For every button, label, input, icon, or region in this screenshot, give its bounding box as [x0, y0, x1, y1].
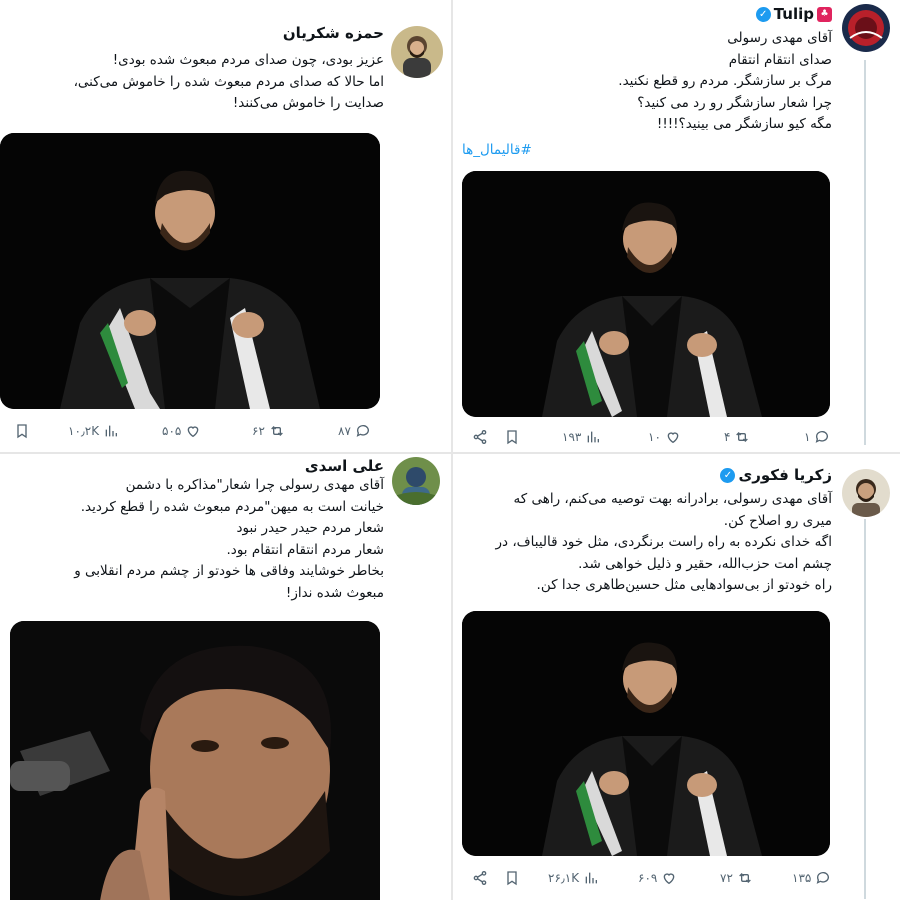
reply-count: ۱: [804, 430, 811, 444]
views-count: ۱۹۳: [562, 430, 582, 444]
author-name[interactable]: علی اسدی: [305, 457, 384, 475]
retweet-button[interactable]: ۴: [724, 429, 750, 445]
tweet-collage: حمزه شکریان عزیز بودی، چون صدای مردم مبع…: [0, 0, 900, 900]
collage-divider-horizontal: [0, 452, 900, 454]
bookmark-button[interactable]: [504, 429, 520, 445]
tweet-text: آقای مهدی رسولی چرا شعار"مذاکره با دشمن …: [74, 475, 384, 604]
views-icon: [588, 431, 600, 443]
tweet-line: چرا شعار سازشگر رو رد می کنید؟: [637, 94, 832, 111]
tweet-line: مبعوث شده نداز!: [285, 584, 384, 601]
tweet-hamzeh[interactable]: حمزه شکریان عزیز بودی، چون صدای مردم مبع…: [0, 0, 452, 453]
tweet-line: آقای مهدی رسولی: [727, 30, 832, 46]
tweet-line: میری رو اصلاح کن.: [723, 512, 832, 529]
collage-divider-vertical: [451, 0, 453, 900]
like-count: ۵۰۵: [162, 424, 182, 438]
verified-icon: ✓: [720, 467, 736, 483]
avatar[interactable]: [392, 457, 440, 505]
views-button[interactable]: ۱۰٫۲K: [68, 423, 119, 439]
reply-icon: [356, 425, 369, 437]
tweet-line: عزیز بودی، چون صدای مردم مبعوث شده بودی!: [112, 52, 384, 68]
tweet-line: راه خودتو از بی‌سوادهایی مثل حسین‌طاهری …: [536, 577, 832, 593]
hashtag-link[interactable]: #قالیمال_ها: [462, 140, 532, 162]
tweet-line: مرگ بر سازشگر. مردم رو قطع نکنید.: [618, 73, 832, 89]
tweet-line: بخاطر خوشایند وفاقی ها خودتو از چشم مردم…: [74, 563, 384, 579]
like-count: ۱۰: [648, 430, 661, 444]
tweet-line: اما حالا که صدای مردم مبعوث شده را خاموش…: [73, 73, 384, 90]
like-button[interactable]: ۵۰۵: [162, 423, 201, 439]
bookmark-button[interactable]: [504, 870, 520, 886]
tweet-tulip[interactable]: ♣ Tulip ✓ آقای مهدی رسولی صدای انتقام ان…: [452, 0, 900, 453]
tweet-text: آقای مهدی رسولی، برادرانه بهت توصیه می‌ک…: [496, 489, 833, 597]
bookmark-button[interactable]: [14, 423, 30, 439]
retweet-count: ۴: [724, 430, 731, 444]
tweet-image[interactable]: [10, 621, 380, 900]
tweet-line: چشم امت حزب‌الله، حقیر و ذلیل خواهی شد.: [578, 555, 832, 572]
avatar[interactable]: [391, 26, 443, 78]
author-name[interactable]: حمزه شکریان: [283, 24, 384, 42]
retweet-button[interactable]: ۷۲: [720, 870, 753, 886]
reply-button[interactable]: ۱۳۵: [792, 870, 831, 886]
avatar[interactable]: [842, 4, 890, 52]
like-button[interactable]: ۶۰۹: [638, 870, 677, 886]
author-name[interactable]: زکریا فکوری ✓: [720, 466, 832, 484]
views-count: ۱۰٫۲K: [68, 424, 100, 438]
tweet-line: آقای مهدی رسولی چرا شعار"مذاکره با دشمن: [125, 477, 384, 493]
bookmark-icon: [17, 424, 27, 439]
like-icon: [667, 432, 679, 444]
bookmark-icon: [507, 430, 517, 445]
retweet-icon: [736, 432, 749, 442]
views-icon: [585, 872, 598, 884]
tweet-actions: ۱۳۵ ۷۲ ۶۰۹ ۲۶٫۱K: [452, 867, 900, 889]
reply-icon: [816, 431, 829, 443]
tulip-logo-icon: ♣: [817, 6, 832, 22]
tweet-image[interactable]: [462, 171, 830, 417]
tweet-image[interactable]: [0, 133, 380, 409]
tweet-line: خیانت است به میهن"مردم مبعوث شده را قطع …: [80, 498, 384, 515]
like-icon: [188, 426, 199, 438]
reply-count: ۱۳۵: [792, 871, 812, 885]
tweet-line: صدایت را خاموش می‌کنند!: [232, 95, 384, 111]
reply-icon: [817, 872, 830, 884]
tweet-text: عزیز بودی، چون صدای مردم مبعوث شده بودی!…: [74, 50, 384, 115]
retweet-button[interactable]: ۶۲: [252, 423, 285, 439]
tweet-actions: ۸۷ ۶۲ ۵۰۵ ۱۰٫۲K: [0, 420, 452, 442]
tweet-line: صدای انتقام انتقام: [728, 51, 832, 68]
tweet-line: آقای مهدی رسولی، برادرانه بهت توصیه می‌ک…: [513, 491, 832, 507]
retweet-icon: [739, 873, 751, 883]
tweet-image[interactable]: [462, 611, 830, 856]
tweet-line: اگه خدای نکرده به راه راست برنگردی، مثل …: [495, 534, 833, 550]
tweet-line: مگه کیو سازشگر می بینید؟!!!!: [656, 116, 832, 132]
thread-line: [864, 519, 866, 899]
tweet-ali[interactable]: علی اسدی آقای مهدی رسولی چرا شعار"مذاکره…: [0, 453, 452, 900]
views-button[interactable]: ۲۶٫۱K: [548, 870, 599, 886]
tweet-line: شعار مردم انتقام انتقام بود.: [226, 541, 384, 558]
like-count: ۶۰۹: [638, 871, 658, 885]
retweet-count: ۷۲: [720, 871, 733, 885]
views-button[interactable]: ۱۹۳: [562, 429, 601, 445]
tweet-actions: ۱ ۴ ۱۰ ۱۹۳: [452, 426, 900, 448]
hashtag-row: #قالیمال_ها: [462, 140, 532, 162]
verified-icon: ✓: [755, 6, 771, 22]
share-button[interactable]: [472, 870, 488, 886]
avatar[interactable]: [842, 469, 890, 517]
tweet-zakaria[interactable]: زکریا فکوری ✓ آقای مهدی رسولی، برادرانه …: [452, 453, 900, 900]
bookmark-icon: [507, 871, 517, 886]
reply-count: ۸۷: [338, 424, 351, 438]
share-icon: [473, 871, 487, 885]
views-icon: [105, 425, 118, 437]
retweet-icon: [271, 426, 283, 436]
share-icon: [473, 430, 487, 444]
like-button[interactable]: ۱۰: [648, 429, 681, 445]
views-count: ۲۶٫۱K: [548, 871, 580, 885]
retweet-count: ۶۲: [252, 424, 265, 438]
share-button[interactable]: [472, 429, 488, 445]
author-name[interactable]: ♣ Tulip ✓: [755, 5, 832, 23]
tweet-line: شعار مردم حیدر حیدر نبود: [236, 520, 384, 536]
reply-button[interactable]: ۸۷: [338, 423, 371, 439]
thread-line: [864, 60, 866, 445]
like-icon: [664, 873, 675, 885]
tweet-text: آقای مهدی رسولی صدای انتقام انتقام مرگ ب…: [618, 28, 832, 136]
reply-button[interactable]: ۱: [804, 429, 830, 445]
